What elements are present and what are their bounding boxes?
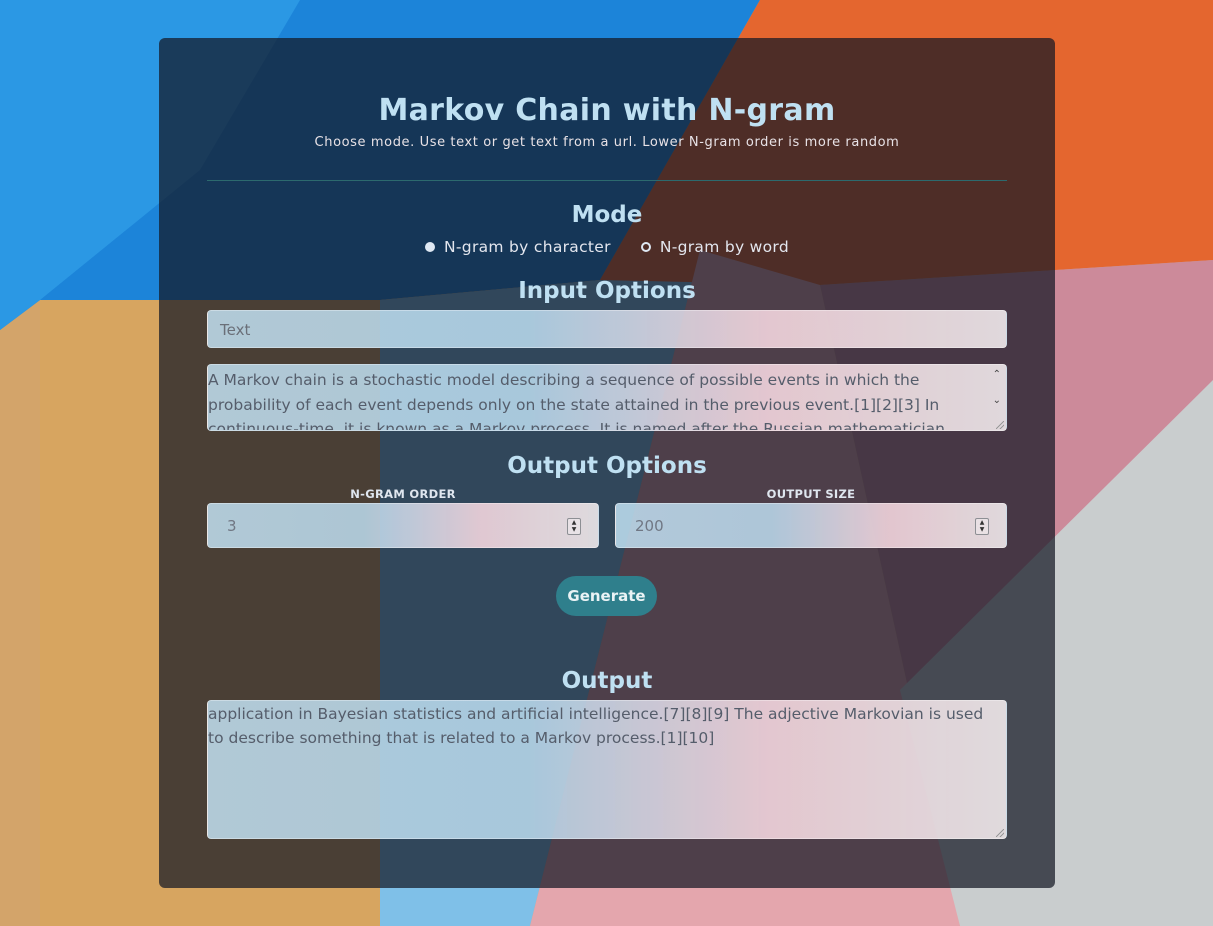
page-title: Markov Chain with N-gram: [378, 93, 836, 128]
ngram-order-label: N-GRAM ORDER: [350, 487, 456, 501]
generate-button[interactable]: Generate: [556, 576, 657, 616]
radio-ngram-character[interactable]: N-gram by character: [425, 238, 611, 256]
scroll-up-icon[interactable]: ⌃: [993, 370, 1001, 380]
scroll-down-icon[interactable]: ⌄: [993, 396, 1001, 406]
output-size-value: 200: [635, 517, 664, 535]
stepper-icon[interactable]: ▲ ▼: [975, 518, 989, 535]
divider: [207, 180, 1007, 181]
output-text: application in Bayesian statistics and a…: [208, 705, 984, 747]
output-size-label: OUTPUT SIZE: [766, 487, 856, 501]
input-text-area[interactable]: A Markov chain is a stochastic model des…: [207, 364, 1007, 431]
mode-radio-group: N-gram by character N-gram by word: [159, 238, 1055, 256]
ngram-order-value: 3: [227, 517, 237, 535]
input-text: A Markov chain is a stochastic model des…: [208, 371, 945, 431]
resize-handle-icon[interactable]: [996, 829, 1004, 837]
output-heading: Output: [561, 668, 653, 694]
output-options-heading: Output Options: [507, 453, 707, 479]
radio-ngram-word[interactable]: N-gram by word: [640, 238, 789, 256]
output-size-input[interactable]: 200 ▲ ▼: [615, 503, 1007, 548]
radio-label: N-gram by word: [659, 238, 789, 256]
radio-selected-icon: [425, 242, 436, 252]
resize-handle-icon[interactable]: [996, 421, 1004, 429]
input-source-select[interactable]: Text: [207, 310, 1007, 348]
stepper-icon[interactable]: ▲ ▼: [567, 518, 581, 535]
radio-label: N-gram by character: [444, 238, 611, 256]
page-subtitle: Choose mode. Use text or get text from a…: [314, 135, 900, 150]
mode-heading: Mode: [571, 202, 643, 228]
output-text-area[interactable]: application in Bayesian statistics and a…: [207, 700, 1007, 839]
radio-unselected-icon: [640, 242, 651, 252]
generator-panel: Markov Chain with N-gram Choose mode. Us…: [159, 38, 1055, 888]
input-options-heading: Input Options: [518, 278, 696, 304]
ngram-order-input[interactable]: 3 ▲ ▼: [207, 503, 599, 548]
